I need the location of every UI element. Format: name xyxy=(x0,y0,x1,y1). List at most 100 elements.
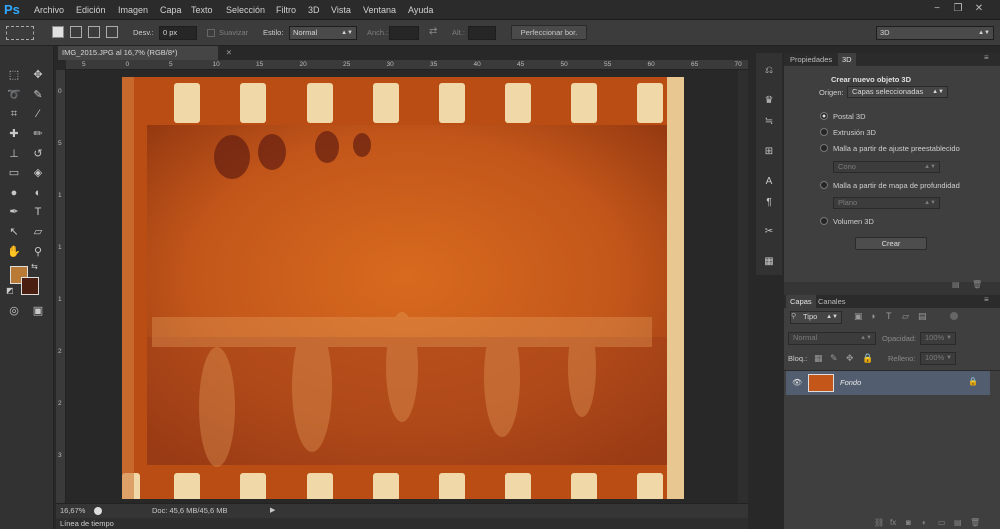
menu-ayuda[interactable]: Ayuda xyxy=(408,0,433,20)
radio-mesh-preset[interactable] xyxy=(820,144,828,152)
tab-channels[interactable]: Canales xyxy=(814,295,850,308)
tools-presets-icon[interactable]: ✂ xyxy=(757,223,781,241)
marquee-preset-icon[interactable] xyxy=(6,26,34,40)
paragraph-panel-icon[interactable]: ¶ xyxy=(757,194,781,212)
paint-bucket-tool-icon[interactable]: ◈ xyxy=(28,164,48,182)
lock-all-icon[interactable]: 🔒 xyxy=(862,353,873,364)
antialias-checkbox[interactable] xyxy=(207,29,215,37)
menu-3d[interactable]: 3D xyxy=(308,0,320,20)
default-colors-icon[interactable]: ◩ xyxy=(6,286,14,295)
create-button[interactable]: Crear xyxy=(855,237,927,250)
path-select-tool-icon[interactable]: ↖ xyxy=(4,223,24,241)
panel-menu-icon[interactable]: ≡ xyxy=(984,53,989,62)
menu-capa[interactable]: Capa xyxy=(160,0,182,20)
trash-icon[interactable]: 🗑 xyxy=(972,280,982,289)
move-tool-icon[interactable]: ✥ xyxy=(28,66,48,84)
document-image[interactable] xyxy=(122,77,684,499)
style-select[interactable]: Normal ▲▼ xyxy=(289,26,357,40)
feather-input[interactable]: 0 px xyxy=(159,26,197,40)
character-panel-icon[interactable]: A xyxy=(757,173,781,191)
visibility-eye-icon[interactable]: 👁 xyxy=(792,378,802,387)
adjustments-panel-icon[interactable]: ≒ xyxy=(757,113,781,131)
lasso-tool-icon[interactable]: ➰ xyxy=(4,86,24,104)
menu-vista[interactable]: Vista xyxy=(331,0,351,20)
quick-select-tool-icon[interactable]: ✎ xyxy=(28,86,48,104)
actions-panel-icon[interactable]: ♛ xyxy=(757,92,781,110)
menu-edicion[interactable]: Edición xyxy=(76,0,106,20)
filter-type-icon[interactable]: T xyxy=(886,311,892,321)
new-selection-icon[interactable] xyxy=(52,26,64,38)
layer-name[interactable]: Fondo xyxy=(840,378,861,387)
add-mask-icon[interactable]: ◙ xyxy=(906,518,911,527)
share-icon[interactable] xyxy=(94,507,102,515)
group-icon[interactable]: ▭ xyxy=(938,518,946,527)
status-menu-arrow-icon[interactable]: ▶ xyxy=(270,504,275,518)
minimize-button[interactable]: − xyxy=(928,2,946,16)
quick-mask-icon[interactable]: ◎ xyxy=(4,302,24,320)
type-tool-icon[interactable]: T xyxy=(28,203,48,221)
tab-layers[interactable]: Capas xyxy=(786,295,816,308)
fill-input[interactable]: 100% ▼ xyxy=(920,352,956,365)
hand-tool-icon[interactable]: ✋ xyxy=(4,243,24,261)
zoom-level[interactable]: 16,67% xyxy=(60,504,85,518)
lock-position-icon[interactable]: ✥ xyxy=(846,353,854,364)
swap-icon[interactable]: ⇄ xyxy=(429,26,437,37)
healing-tool-icon[interactable]: ✚ xyxy=(4,125,24,143)
filter-shape-icon[interactable]: ▱ xyxy=(902,311,909,322)
clone-source-panel-icon[interactable]: ⊞ xyxy=(757,143,781,161)
filter-adjustment-icon[interactable]: ◑ xyxy=(870,311,875,321)
history-brush-tool-icon[interactable]: ↺ xyxy=(28,145,48,163)
menu-ventana[interactable]: Ventana xyxy=(363,0,396,20)
layers-menu-icon[interactable]: ≡ xyxy=(984,295,989,304)
tab-3d[interactable]: 3D xyxy=(838,53,856,66)
filter-pixel-icon[interactable]: ▣ xyxy=(854,311,863,322)
vertical-scrollbar[interactable] xyxy=(738,70,748,503)
stamp-tool-icon[interactable]: ⊥ xyxy=(4,145,24,163)
history-panel-icon[interactable]: ⎌ xyxy=(757,62,781,80)
brush-tool-icon[interactable]: ✏ xyxy=(28,125,48,143)
zoom-tool-icon[interactable]: ⚲ xyxy=(28,243,48,261)
radio-postcard[interactable] xyxy=(820,112,828,120)
radio-depth-map[interactable] xyxy=(820,181,828,189)
document-tab[interactable]: IMG_2015.JPG al 16,7% (RGB/8*) ✕ xyxy=(58,46,232,60)
opacity-input[interactable]: 100% ▼ xyxy=(920,332,956,345)
refine-edge-button[interactable]: Perfeccionar bor. xyxy=(511,25,587,40)
blend-mode-select[interactable]: Normal ▲▼ xyxy=(788,332,876,345)
eraser-tool-icon[interactable]: ▭ xyxy=(4,164,24,182)
crop-tool-icon[interactable]: ⌗ xyxy=(4,105,24,123)
link-layers-icon[interactable]: ⛓ xyxy=(874,518,884,527)
marquee-tool-icon[interactable]: ⬚ xyxy=(4,66,24,84)
swap-colors-icon[interactable]: ⇆ xyxy=(31,262,38,271)
lock-image-icon[interactable]: ✎ xyxy=(830,353,838,364)
swatches-panel-icon[interactable]: ▦ xyxy=(757,253,781,271)
pen-tool-icon[interactable]: ✒ xyxy=(4,203,24,221)
filter-toggle-icon[interactable] xyxy=(950,312,958,320)
depth-select[interactable]: Plano ▲▼ xyxy=(833,197,940,209)
workspace-select[interactable]: 3D ▲▼ xyxy=(876,26,994,40)
layer-filter-select[interactable]: Tipo ▲▼ xyxy=(790,311,842,324)
background-color-swatch[interactable] xyxy=(21,277,39,295)
menu-imagen[interactable]: Imagen xyxy=(118,0,148,20)
radio-volume[interactable] xyxy=(820,217,828,225)
height-input[interactable] xyxy=(468,26,496,40)
add-selection-icon[interactable] xyxy=(70,26,82,38)
menu-filtro[interactable]: Filtro xyxy=(276,0,296,20)
radio-extrusion[interactable] xyxy=(820,128,828,136)
dodge-tool-icon[interactable]: ◐ xyxy=(28,184,48,202)
timeline-tab[interactable]: Línea de tiempo xyxy=(60,519,114,528)
subtract-selection-icon[interactable] xyxy=(88,26,100,38)
width-input[interactable] xyxy=(389,26,419,40)
menu-seleccion[interactable]: Selección xyxy=(226,0,265,20)
preset-select[interactable]: Cono ▲▼ xyxy=(833,161,940,173)
layer-style-icon[interactable]: fx xyxy=(890,518,896,527)
intersect-selection-icon[interactable] xyxy=(106,26,118,38)
shape-tool-icon[interactable]: ▱ xyxy=(28,223,48,241)
restore-button[interactable]: ❐ xyxy=(949,2,967,16)
eyedropper-tool-icon[interactable]: ⁄ xyxy=(28,105,48,123)
screen-mode-icon[interactable]: ▣ xyxy=(28,302,48,320)
layer-row[interactable]: 👁 Fondo 🔒 xyxy=(786,371,990,395)
close-tab-icon[interactable]: ✕ xyxy=(226,46,232,60)
new-layer-icon[interactable]: ▤ xyxy=(954,518,962,527)
source-select[interactable]: Capas seleccionadas ▲▼ xyxy=(847,86,948,98)
blur-tool-icon[interactable]: ● xyxy=(4,184,24,202)
